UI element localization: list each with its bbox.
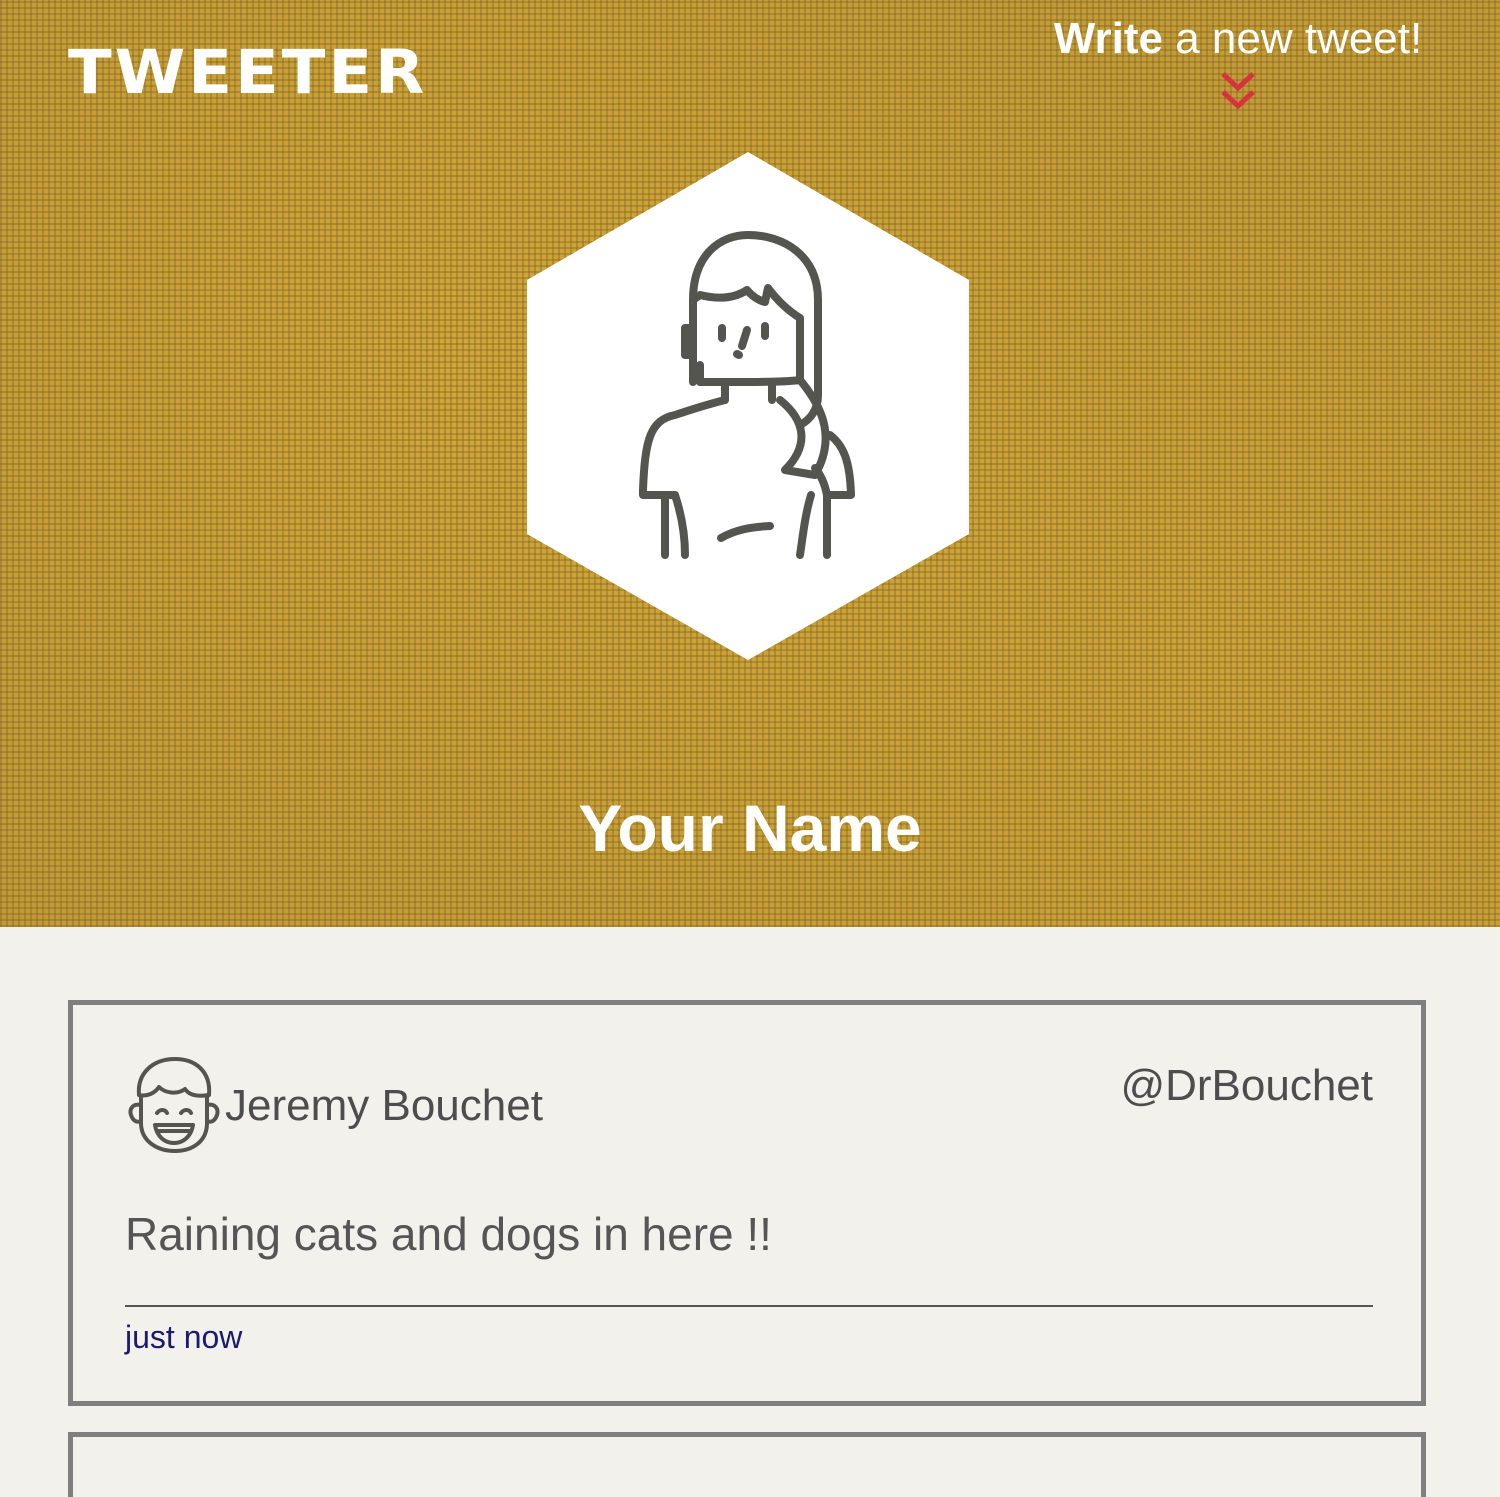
profile-name: Your Name [578,791,922,865]
profile-header: TWEETER Write a new tweet! Your Name [0,0,1500,927]
profile-avatar [527,152,969,660]
smiling-man-avatar-icon [128,1057,220,1153]
tweet-feed: Jeremy Bouchet @DrBouchet Raining cats a… [0,927,1500,1497]
tweet-card[interactable] [68,1432,1426,1497]
tweet-card[interactable]: Jeremy Bouchet @DrBouchet Raining cats a… [68,1000,1426,1406]
tweet-divider [125,1305,1373,1307]
tweet-author-name: Jeremy Bouchet [225,1081,543,1130]
compose-tweet-toggle[interactable]: Write a new tweet! [1048,14,1428,116]
compose-label-rest: a new tweet! [1162,14,1423,63]
tweet-author-handle[interactable]: @DrBouchet [1120,1061,1373,1111]
tweet-text: Raining cats and dogs in here !! [125,1208,772,1260]
tweet-timestamp: just now [125,1319,243,1355]
app-logo[interactable]: TWEETER [68,38,427,108]
compose-label-strong: Write [1053,14,1163,63]
double-chevron-down-icon[interactable] [1218,70,1258,116]
